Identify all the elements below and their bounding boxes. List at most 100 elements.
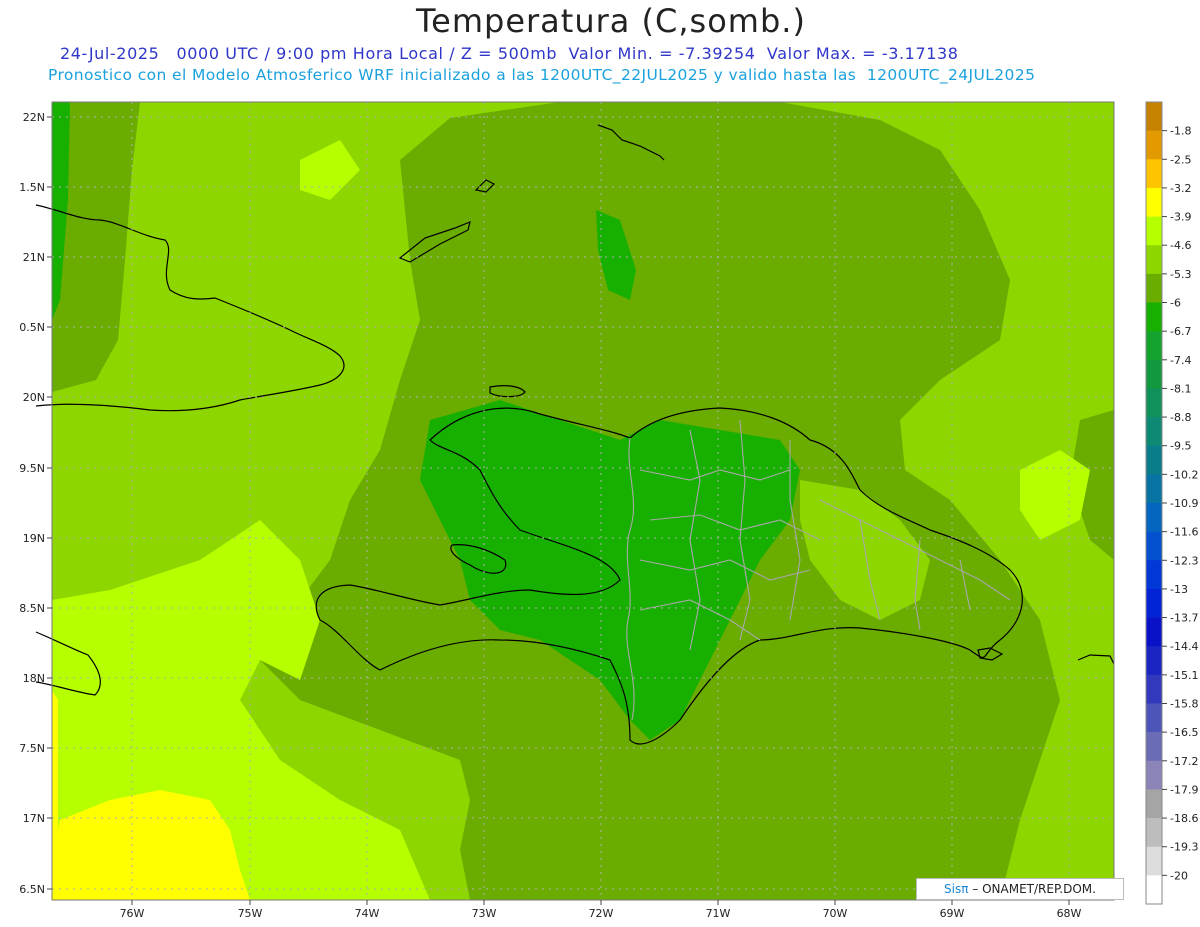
colorbar-swatch [1146, 130, 1162, 160]
colorbar-swatch [1146, 674, 1162, 704]
y-tick-label: 22N [23, 111, 45, 124]
colorbar-swatch [1146, 588, 1162, 618]
y-tick-label: 19N [23, 532, 45, 545]
colorbar-swatch [1146, 302, 1162, 332]
y-tick-17n: 17N [23, 812, 52, 825]
y-tick-label: 1.5N [19, 181, 45, 194]
colorbar-swatch [1146, 245, 1162, 275]
colorbar-label: -3.2 [1170, 182, 1191, 195]
colorbar-label: -16.5 [1170, 726, 1198, 739]
colorbar-swatch [1146, 417, 1162, 447]
x-tick-label: 75W [238, 907, 263, 920]
y-tick-18n: 18N [23, 672, 52, 685]
x-tick-label: 69W [940, 907, 965, 920]
colorbar-swatch [1146, 445, 1162, 475]
x-tick-72w: 72W [589, 900, 614, 920]
colorbar-swatch [1146, 646, 1162, 676]
colorbar-swatch [1146, 102, 1162, 131]
colorbar-swatch [1146, 732, 1162, 762]
colorbar-swatch [1146, 560, 1162, 590]
x-tick-68w: 68W [1057, 900, 1082, 920]
colorbar-label: -13.7 [1170, 612, 1198, 625]
colorbar-label: -8.1 [1170, 382, 1191, 395]
colorbar-swatch [1146, 331, 1162, 361]
x-tick-label: 73W [472, 907, 497, 920]
y-tick-label: 8.5N [19, 602, 45, 615]
colorbar-label: -9.5 [1170, 440, 1191, 453]
x-tick-label: 74W [355, 907, 380, 920]
colorbar-swatch [1146, 818, 1162, 848]
x-axis: 76W 75W 74W 73W 72W 71W 70W 69W 68W [120, 900, 1082, 920]
x-tick-label: 70W [823, 907, 848, 920]
colorbar-label: -5.3 [1170, 268, 1191, 281]
field-yellow-strip [52, 690, 58, 860]
y-tick-label: 9.5N [19, 462, 45, 475]
x-tick-label: 76W [120, 907, 145, 920]
y-tick-label: 7.5N [19, 742, 45, 755]
colorbar-swatch [1146, 474, 1162, 504]
colorbar-label: -13 [1170, 583, 1188, 596]
x-tick-75w: 75W [238, 900, 263, 920]
colorbar-label: -10.2 [1170, 468, 1198, 481]
colorbar-swatch [1146, 159, 1162, 189]
sisstt-logo: Sisπ [944, 882, 969, 896]
y-tick-label: 0.5N [19, 321, 45, 334]
colorbar-label: -3.9 [1170, 211, 1191, 224]
x-tick-70w: 70W [823, 900, 848, 920]
colorbar-label: -11.6 [1170, 526, 1198, 539]
x-tick-label: 71W [706, 907, 731, 920]
colorbar-label: -1.8 [1170, 125, 1191, 138]
y-tick-17-5n: 7.5N [19, 742, 52, 755]
y-tick-16-5n: 6.5N [19, 883, 52, 896]
colorbar-swatch [1146, 359, 1162, 389]
colorbar-swatch [1146, 875, 1162, 905]
onamet-watermark: Sisπ – ONAMET/REP.DOM. [916, 878, 1124, 900]
colorbar-label: -8.8 [1170, 411, 1191, 424]
colorbar-swatch [1146, 846, 1162, 876]
colorbar-swatch [1146, 503, 1162, 532]
y-tick-label: 21N [23, 251, 45, 264]
colorbar-label: -15.8 [1170, 698, 1198, 711]
colorbar-label: -19.3 [1170, 841, 1198, 854]
colorbar-legend: -1.8 -2.5 -3.2 -3.9 -4.6 -5.3 -6 -6.7 -7.4 -8.1 -8… [1145, 101, 1198, 905]
colorbar-swatch [1146, 617, 1162, 647]
colorbar-label: -12.3 [1170, 554, 1198, 567]
colorbar-label: -15.1 [1170, 669, 1198, 682]
x-tick-label: 68W [1057, 907, 1082, 920]
x-tick-71w: 71W [706, 900, 731, 920]
y-axis: 22N 1.5N 21N 0.5N 20N 9.5N 19N 8.5N 18N … [19, 111, 52, 896]
watermark-text: – ONAMET/REP.DOM. [972, 882, 1096, 896]
y-tick-19-5n: 9.5N [19, 462, 52, 475]
colorbar-label: -10.9 [1170, 497, 1198, 510]
colorbar-swatch [1146, 703, 1162, 733]
colorbar-swatch [1146, 388, 1162, 418]
colorbar-swatch [1146, 216, 1162, 246]
x-tick-69w: 69W [940, 900, 965, 920]
x-tick-73w: 73W [472, 900, 497, 920]
y-tick-20-5n: 0.5N [19, 321, 52, 334]
x-tick-76w: 76W [120, 900, 145, 920]
colorbar-swatch [1146, 760, 1162, 790]
y-tick-label: 18N [23, 672, 45, 685]
forecast-map: 76W 75W 74W 73W 72W 71W 70W 69W 68W 22N … [19, 101, 1198, 920]
y-tick-21n: 21N [23, 251, 52, 264]
colorbar-label: -18.6 [1170, 812, 1198, 825]
colorbar-label: -17.9 [1170, 783, 1198, 796]
temperature-field [52, 102, 1114, 900]
colorbar-swatch [1146, 531, 1162, 561]
colorbar-swatch [1146, 187, 1162, 217]
colorbar-label: -17.2 [1170, 755, 1198, 768]
colorbar-label: -20 [1170, 869, 1188, 882]
colorbar-label: -6.7 [1170, 325, 1191, 338]
y-tick-21-5n: 1.5N [19, 181, 52, 194]
colorbar-label: -14.4 [1170, 640, 1198, 653]
y-tick-label: 6.5N [19, 883, 45, 896]
x-tick-label: 72W [589, 907, 614, 920]
y-tick-label: 20N [23, 391, 45, 404]
colorbar-label: -7.4 [1170, 354, 1191, 367]
x-tick-74w: 74W [355, 900, 380, 920]
colorbar-label: -2.5 [1170, 153, 1191, 166]
y-tick-19n: 19N [23, 532, 52, 545]
colorbar-swatch [1146, 789, 1162, 819]
y-tick-18-5n: 8.5N [19, 602, 52, 615]
